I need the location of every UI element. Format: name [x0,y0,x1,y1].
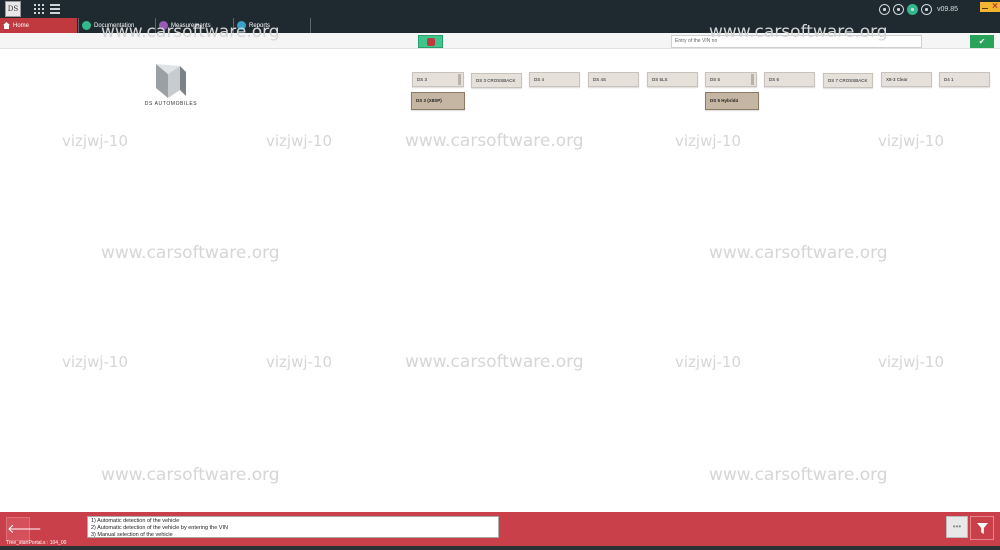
watermark: www.carsoftware.org [709,465,888,485]
help-text-box: 1) Automatic detection of the vehicle 2)… [87,516,499,538]
help-line: 1) Automatic detection of the vehicle [91,518,180,524]
watermark: vizjwj-10 [675,353,742,371]
notification-status-icon[interactable] [892,3,904,15]
help-line: 3) Manual selection of the vehicle [91,532,173,538]
watermark: vizjwj-10 [878,353,945,371]
watermark: www.carsoftware.org [405,352,584,372]
bottom-strip [0,546,1000,550]
app-logo: DS [5,1,21,17]
measurements-icon [159,21,168,30]
tab-reports-label: Reports [249,22,271,29]
tab-measurements[interactable]: Measurements [156,18,233,33]
model-button[interactable]: DS 5LS [647,72,698,87]
watermark: www.carsoftware.org [405,131,584,151]
confirm-vin-button[interactable]: ✔ [970,35,994,48]
home-icon [3,22,10,29]
nav-divider [310,18,311,33]
vin-scan-button[interactable] [418,35,443,48]
reports-icon [237,21,246,30]
vehicle-toolbar: Entry of the VIN no ✔ [0,33,1000,49]
model-button[interactable]: DS 3 CROSSBACK [471,73,522,88]
filter-button[interactable] [970,516,994,540]
model-button[interactable]: DS 7 CROSSBACK [823,73,873,88]
tab-documentation-label: Documentation [94,22,135,29]
watermark: vizjwj-10 [266,132,333,150]
tab-documentation[interactable]: Documentation [79,18,155,33]
version-label: v09.85 [936,5,958,13]
watermark: vizjwj-10 [266,353,333,371]
watermark: www.carsoftware.org [101,243,280,263]
list-view-icon[interactable] [50,4,60,14]
documentation-icon [82,21,91,30]
watermark: vizjwj-10 [62,353,129,371]
watermark: vizjwj-10 [675,132,742,150]
model-button[interactable]: X8-3 Clear [881,72,932,87]
back-arrow-icon: 🡐 [7,521,42,536]
model-button[interactable]: DS 5 [705,72,757,87]
main-nav: Home Documentation Measurements Reports [0,18,1000,33]
grid-view-icon[interactable] [34,4,44,14]
update-status-icon[interactable] [920,3,932,15]
model-button[interactable]: DS 3 [412,72,464,87]
check-icon: ✔ [978,37,986,46]
watermark: www.carsoftware.org [709,243,888,263]
model-button[interactable]: DS 4S [588,72,639,87]
tab-home[interactable]: Home [0,18,77,33]
tab-reports[interactable]: Reports [234,18,310,33]
footer-bar: 🡐 1) Automatic detection of the vehicle … [0,512,1000,546]
status-icons: v09.85 [878,3,958,15]
watermark: www.carsoftware.org [101,465,280,485]
vin-input[interactable]: Entry of the VIN no [671,35,922,48]
watermark: vizjwj-10 [878,132,945,150]
connection-status-icon[interactable] [906,3,918,15]
model-button-selected[interactable]: DS 3 (X8SP) [411,92,465,110]
more-button[interactable]: ••• [946,516,968,538]
help-line: 2) Automatic detection of the vehicle by… [91,525,228,531]
model-button-selected[interactable]: DS 5 Hybrid4 [705,92,759,110]
minimize-button[interactable] [980,2,990,12]
settings-status-icon[interactable] [878,3,890,15]
tab-home-label: Home [13,22,30,29]
title-bar: DS v09.85 × [0,0,1000,18]
brand-name: DS AUTOMOBILES [144,101,198,107]
watermark: vizjwj-10 [62,132,129,150]
tab-measurements-label: Measurements [171,22,211,29]
model-button[interactable]: D4 1 [939,72,990,87]
back-button[interactable]: 🡐 [6,517,42,541]
model-button[interactable]: DS 4 [529,72,580,87]
model-button[interactable]: DS 6 [764,72,815,87]
close-button[interactable]: × [990,2,1000,12]
